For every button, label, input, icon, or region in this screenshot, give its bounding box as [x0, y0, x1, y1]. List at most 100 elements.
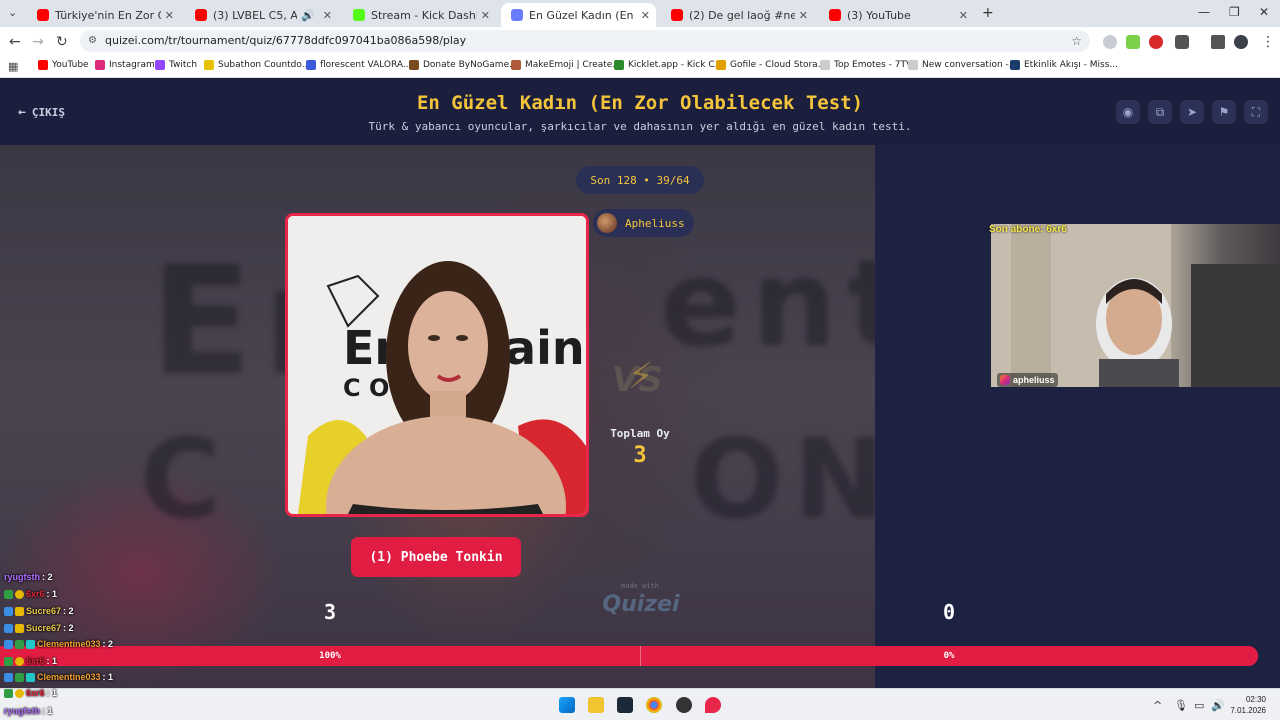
tray-overflow-icon[interactable]: ^: [1153, 699, 1162, 712]
youtube-icon: [195, 9, 207, 21]
streamer-handle: apheliuss: [997, 373, 1058, 387]
steam-icon[interactable]: [617, 697, 633, 713]
percent-right: 0%: [943, 651, 955, 661]
tab-title: Türkiye'nin En Zor Görülen Hay: [55, 8, 161, 22]
score-right: 0: [942, 600, 956, 624]
chat-icon: [908, 60, 918, 70]
browser-tab-4-active[interactable]: En Güzel Kadın (En Zor Olabilec ✕: [501, 3, 656, 27]
chat-line: Sucre67: 2: [4, 606, 74, 616]
bookmark-subathon[interactable]: Subathon Countdo...: [204, 60, 310, 70]
new-tab-icon[interactable]: +: [982, 5, 994, 21]
profile-avatar[interactable]: [1234, 35, 1248, 49]
clock-date: 7.01.2026: [1230, 706, 1266, 715]
close-icon[interactable]: ✕: [165, 9, 174, 22]
browser-tab-6[interactable]: (3) YouTube ✕: [819, 3, 974, 27]
kick-icon: [353, 9, 365, 21]
instagram-icon: [1000, 375, 1010, 385]
bookmark-kicklet[interactable]: Kicklet.app - Kick C...: [614, 60, 723, 70]
chat-line: ryugfsth: 2: [4, 572, 53, 582]
send-button[interactable]: ➤: [1180, 100, 1204, 124]
close-icon[interactable]: ✕: [641, 9, 650, 22]
close-icon[interactable]: ✕: [481, 9, 490, 22]
forward-arrow-icon[interactable]: →: [32, 34, 44, 50]
fullscreen-button[interactable]: ⛶: [1244, 100, 1268, 124]
player-badge: Apheliuss: [593, 209, 694, 237]
badge-icon: [4, 672, 13, 682]
bookmark-donate[interactable]: Donate ByNoGame...: [409, 60, 518, 70]
back-arrow-icon[interactable]: ←: [9, 34, 21, 50]
total-votes-value: 3: [633, 443, 647, 468]
bookmark-instagram[interactable]: Instagram: [95, 60, 155, 70]
badge-icon: [15, 656, 24, 666]
bookmark-star-icon[interactable]: ☆: [1071, 30, 1082, 52]
7tv-icon: [820, 60, 830, 70]
puzzle-extensions-icon[interactable]: [1175, 35, 1189, 49]
candidate-image[interactable]: Entertainment C O N: [285, 213, 589, 517]
close-icon[interactable]: ✕: [323, 9, 332, 22]
share-button[interactable]: ⧉: [1148, 100, 1172, 124]
obs-icon[interactable]: [676, 697, 692, 713]
choose-candidate-button[interactable]: (1) Phoebe Tonkin: [351, 537, 521, 577]
chat-line: Clementine033: 2: [4, 639, 113, 649]
tab-title: (3) YouTube: [847, 8, 911, 22]
close-icon[interactable]: ✕: [799, 9, 808, 22]
bookmark-florescent[interactable]: florescent VALORA...: [306, 60, 411, 70]
minimize-icon[interactable]: —: [1198, 5, 1210, 19]
browser-tab-2[interactable]: (3) LVBEL C5, AKDO - COO 🔊 ✕: [185, 3, 338, 27]
battery-extension-icon[interactable]: [1126, 35, 1140, 49]
red-extension-icon[interactable]: [1149, 35, 1163, 49]
round-indicator: Son 128 • 39/64: [576, 166, 704, 194]
bookmark-youtube[interactable]: YouTube: [38, 60, 89, 70]
report-button[interactable]: ⚑: [1212, 100, 1236, 124]
window-close-icon[interactable]: ✕: [1259, 5, 1269, 19]
bookmark-gofile[interactable]: Gofile - Cloud Stora...: [716, 60, 826, 70]
background-blur-text: ON: [690, 415, 896, 543]
gofile-icon: [716, 60, 726, 70]
quizei-logo: Quizei: [602, 592, 680, 617]
gear-icon: [306, 60, 316, 70]
background-blur-text: C: [140, 415, 231, 543]
url-input[interactable]: ⚙ quizei.com/tr/tournament/quiz/67778ddf…: [80, 30, 1090, 52]
eye-icon: ◉: [1122, 105, 1134, 119]
browser-tab-1[interactable]: Türkiye'nin En Zor Görülen Hay ✕: [27, 3, 180, 27]
bookmark-etkinlik[interactable]: Etkinlik Akışı - Miss...: [1010, 60, 1118, 70]
emoji-icon: [511, 60, 521, 70]
calendar-icon: [1010, 60, 1020, 70]
chat-line: Clementine033: 1: [4, 672, 113, 682]
badge-icon: [4, 606, 13, 616]
avatar: [597, 213, 617, 233]
media-control-icon[interactable]: [1211, 35, 1225, 49]
badge-icon: [15, 589, 24, 599]
badge-icon: [15, 639, 24, 649]
system-clock[interactable]: 02:30 7.01.2026: [1230, 694, 1266, 716]
file-explorer-icon[interactable]: [588, 697, 604, 713]
speaker-icon[interactable]: 🔊: [301, 9, 315, 22]
candidate-photo-illustration: Entertainment C O N: [288, 216, 586, 514]
microphone-icon[interactable]: 🎙: [1174, 699, 1188, 712]
menu-dots-icon[interactable]: ⋮: [1261, 34, 1275, 50]
network-icon[interactable]: ▭: [1194, 699, 1204, 712]
browser-tab-5[interactable]: (2) De gel laoğ #neotuzulan #4 ✕: [661, 3, 814, 27]
start-menu-icon[interactable]: [559, 697, 575, 713]
bookmark-makeemoji[interactable]: MakeEmoji | Create...: [511, 60, 621, 70]
site-info-icon[interactable]: ⚙: [88, 30, 97, 52]
tab-title: (2) De gel laoğ #neotuzulan #4: [689, 8, 795, 22]
apps-grid-icon[interactable]: ▦: [8, 60, 18, 73]
progress-midpoint-divider: [640, 646, 641, 666]
chrome-icon[interactable]: [646, 697, 662, 713]
badge-icon: [15, 606, 24, 616]
tab-search-icon[interactable]: ⌄: [8, 6, 17, 19]
volume-icon[interactable]: 🔊: [1211, 699, 1225, 712]
restore-icon[interactable]: ❐: [1229, 5, 1240, 19]
location-app-icon[interactable]: [705, 697, 721, 713]
bookmark-twitch[interactable]: Twitch: [155, 60, 197, 70]
badge-icon: [26, 672, 35, 682]
close-icon[interactable]: ✕: [959, 9, 968, 22]
flag-icon: ⚑: [1218, 105, 1230, 119]
reload-icon[interactable]: ↻: [56, 34, 68, 50]
bookmark-new-conversation[interactable]: New conversation -...: [908, 60, 1017, 70]
shield-extension-icon[interactable]: [1103, 35, 1117, 49]
eye-button[interactable]: ◉: [1116, 100, 1140, 124]
bookmark-7tv[interactable]: Top Emotes - 7TV: [820, 60, 912, 70]
browser-tab-3[interactable]: Stream - Kick Dashboard ✕: [343, 3, 496, 27]
